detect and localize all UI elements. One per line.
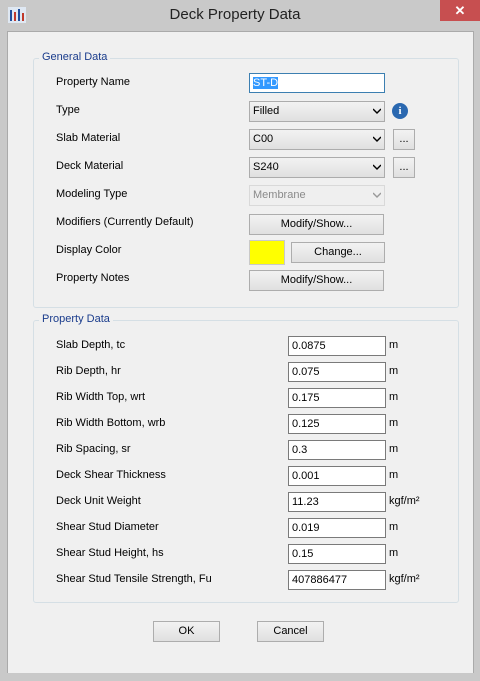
property-input[interactable]: 0.0875 [288, 336, 386, 356]
property-label: Shear Stud Height, hs [56, 547, 164, 559]
change-color-button[interactable]: Change... [291, 242, 385, 263]
slab-material-browse-button[interactable]: ... [393, 129, 415, 150]
slab-material-value: C00 [253, 133, 274, 145]
property-input[interactable]: 407886477 [288, 570, 386, 590]
property-unit: kgf/m² [389, 495, 420, 507]
deck-material-select[interactable]: S240 [249, 157, 385, 178]
property-label: Deck Shear Thickness [56, 469, 166, 481]
type-value: Filled [253, 105, 280, 117]
chevron-down-icon [373, 136, 381, 142]
property-input[interactable]: 0.175 [288, 388, 386, 408]
slab-material-select[interactable]: C00 [249, 129, 385, 150]
property-label: Rib Spacing, sr [56, 443, 131, 455]
property-unit: m [389, 339, 399, 351]
modeling-type-select: Membrane [249, 185, 385, 206]
deck-material-value: S240 [253, 161, 279, 173]
property-input[interactable]: 0.125 [288, 414, 386, 434]
cancel-button[interactable]: Cancel [257, 621, 324, 642]
property-input[interactable]: 0.019 [288, 518, 386, 538]
modeling-type-label: Modeling Type [56, 188, 128, 200]
property-label: Rib Width Top, wrt [56, 391, 146, 403]
property-unit: m [389, 391, 399, 403]
color-swatch [249, 240, 285, 265]
property-data-title: Property Data [39, 313, 113, 325]
modifiers-label: Modifiers (Currently Default) [56, 216, 194, 228]
chevron-down-icon [373, 108, 381, 114]
modeling-type-value: Membrane [253, 189, 306, 201]
chevron-down-icon [373, 164, 381, 170]
property-unit: kgf/m² [389, 573, 420, 585]
window-bottom-border [0, 673, 480, 681]
deck-material-label: Deck Material [56, 160, 124, 172]
property-label: Rib Width Bottom, wrb [56, 417, 166, 429]
property-input[interactable]: 11.23 [288, 492, 386, 512]
property-label: Rib Depth, hr [56, 365, 121, 377]
property-notes-label: Property Notes [56, 272, 130, 284]
window-title: Deck Property Data [169, 6, 301, 23]
property-unit: m [389, 417, 399, 429]
property-input[interactable]: 0.001 [288, 466, 386, 486]
property-input[interactable]: 0.15 [288, 544, 386, 564]
info-icon[interactable]: i [392, 103, 408, 119]
type-select[interactable]: Filled [249, 101, 385, 122]
general-data-title: General Data [39, 51, 111, 63]
modifiers-button[interactable]: Modify/Show... [249, 214, 384, 235]
property-data-group: Property Data [33, 313, 459, 603]
property-name-value: ST-D [253, 77, 279, 89]
property-unit: m [389, 521, 399, 533]
slab-material-label: Slab Material [56, 132, 121, 144]
type-label: Type [56, 104, 80, 116]
property-notes-button[interactable]: Modify/Show... [249, 270, 384, 291]
deck-material-browse-button[interactable]: ... [393, 157, 415, 178]
close-button[interactable]: ✕ [440, 0, 480, 21]
close-icon: ✕ [454, 3, 466, 18]
property-label: Shear Stud Diameter [56, 521, 159, 533]
property-input[interactable]: 0.3 [288, 440, 386, 460]
property-input[interactable]: 0.075 [288, 362, 386, 382]
property-label: Deck Unit Weight [56, 495, 141, 507]
property-unit: m [389, 443, 399, 455]
ok-button[interactable]: OK [153, 621, 220, 642]
property-unit: m [389, 365, 399, 377]
chevron-down-icon [373, 192, 381, 198]
property-unit: m [389, 547, 399, 559]
property-name-label: Property Name [56, 76, 130, 88]
title-bar: Deck Property Data ✕ [0, 0, 480, 32]
property-unit: m [389, 469, 399, 481]
dialog-body: General Data Property Name ST-D Type Fil… [7, 31, 474, 675]
general-data-group: General Data [33, 51, 459, 308]
property-label: Shear Stud Tensile Strength, Fu [56, 573, 212, 585]
property-name-input[interactable]: ST-D [249, 73, 385, 93]
property-label: Slab Depth, tc [56, 339, 126, 351]
display-color-label: Display Color [56, 244, 122, 256]
